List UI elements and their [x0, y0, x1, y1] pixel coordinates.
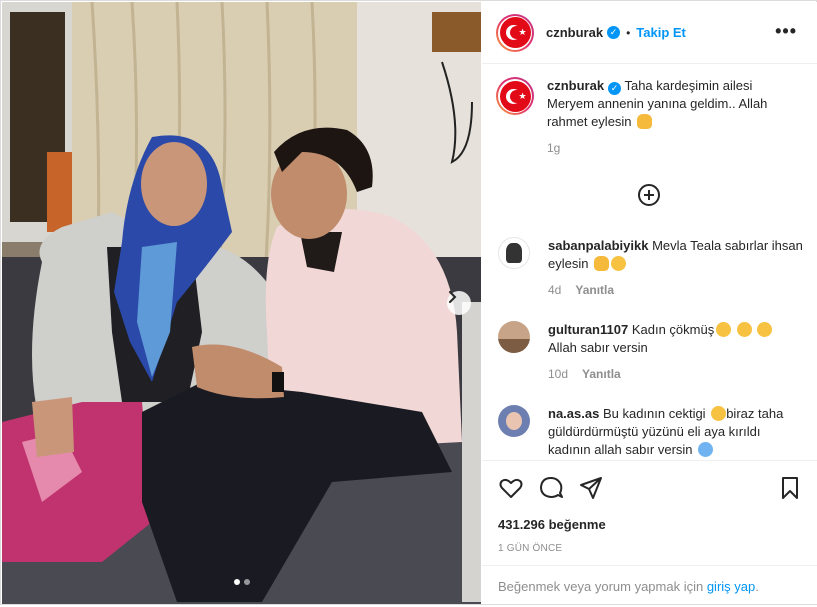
comment-username[interactable]: sabanpalabiyikk — [548, 238, 648, 253]
sad-face-emoji-icon — [736, 322, 752, 337]
sad-face-emoji-icon — [711, 406, 727, 421]
login-prompt: Beğenmek veya yorum yapmak için giriş ya… — [482, 565, 817, 607]
post-actions: 431.296 beğenme 1 GÜN ÖNCE Beğenmek veya… — [482, 460, 817, 606]
login-prompt-suffix: . — [755, 579, 759, 594]
header-username[interactable]: cznburak — [546, 25, 603, 40]
comment-text: Allah sabır versin — [548, 340, 648, 355]
sad-face-emoji-icon — [757, 322, 773, 337]
carousel-indicator — [2, 579, 481, 585]
separator-dot: • — [626, 25, 631, 40]
reply-button[interactable]: Yanıtla — [575, 283, 614, 297]
login-link[interactable]: giriş yap — [707, 579, 755, 594]
praying-hands-emoji-icon — [594, 256, 610, 271]
praying-hands-emoji-icon — [637, 114, 653, 129]
post-header: ★ cznburak ✓ • Takip Et ••• — [482, 2, 817, 64]
comment-row: gulturan1107 Kadın çökmüş Allah sabır ve… — [498, 321, 803, 383]
comment-time: 4d — [548, 283, 562, 297]
comment-row: na.as.as Bu kadının cektigi biraz taha g… — [498, 405, 803, 459]
comment-username[interactable]: na.as.as — [548, 406, 599, 421]
reply-button[interactable]: Yanıtla — [582, 367, 621, 381]
sad-face-emoji-icon — [611, 256, 627, 271]
post-window: ★ cznburak ✓ • Takip Et ••• ★ cznburak ✓… — [0, 0, 817, 605]
crying-face-emoji-icon — [698, 442, 714, 457]
login-prompt-text: Beğenmek veya yorum yapmak için — [498, 579, 704, 594]
sad-face-emoji-icon — [716, 322, 732, 337]
caption-row: ★ cznburak ✓ Taha kardeşimin ailesi Merye… — [496, 77, 797, 157]
turkish-flag-icon: ★ — [499, 17, 531, 48]
caption-time: 1g — [547, 141, 561, 155]
comment-icon[interactable] — [538, 475, 564, 501]
chevron-right-icon — [449, 291, 457, 303]
comment-row: sabanpalabiyikk Mevla Teala sabırlar ihs… — [498, 237, 803, 299]
avatar[interactable]: ★ — [496, 13, 534, 52]
avatar[interactable]: ★ — [496, 77, 534, 115]
post-date: 1 GÜN ÖNCE — [498, 543, 563, 554]
verified-icon: ✓ — [607, 26, 621, 39]
photo-illustration — [2, 2, 481, 604]
caption-username[interactable]: cznburak — [547, 78, 604, 93]
verified-icon: ✓ — [608, 81, 622, 95]
avatar[interactable] — [498, 405, 530, 437]
likes-count[interactable]: 431.296 beğenme — [498, 517, 606, 532]
comment-time: 10d — [548, 367, 569, 381]
comment-username[interactable]: gulturan1107 — [548, 322, 628, 337]
more-options-icon[interactable]: ••• — [775, 22, 797, 40]
heart-icon[interactable] — [498, 475, 524, 501]
share-icon[interactable] — [578, 475, 604, 501]
turkish-flag-icon: ★ — [499, 80, 531, 112]
next-image-button[interactable] — [447, 291, 471, 315]
carousel-dot — [243, 579, 250, 585]
comment-text: Kadın çökmüş — [631, 322, 715, 337]
avatar[interactable] — [498, 321, 530, 353]
avatar[interactable] — [498, 237, 530, 269]
plus-circle-icon[interactable] — [637, 183, 661, 207]
post-side-panel: ★ cznburak ✓ • Takip Et ••• ★ cznburak ✓… — [482, 2, 817, 604]
carousel-dot — [233, 579, 240, 585]
bookmark-icon[interactable] — [777, 475, 803, 501]
comments-section[interactable]: ★ cznburak ✓ Taha kardeşimin ailesi Merye… — [482, 65, 817, 460]
post-photo[interactable] — [2, 2, 481, 604]
comment-text: Bu kadının cektigi — [602, 406, 706, 421]
follow-button[interactable]: Takip Et — [636, 25, 686, 40]
